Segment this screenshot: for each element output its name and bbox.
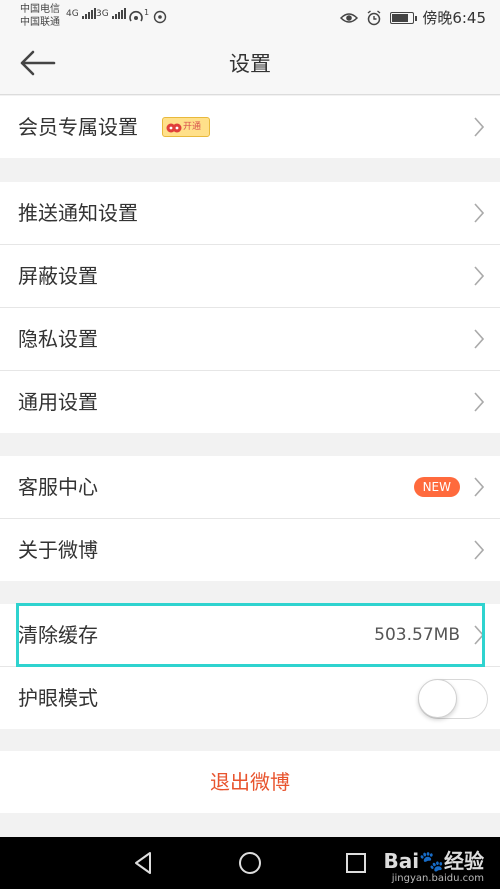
row-eye-care-mode: 护眼模式 (0, 667, 500, 729)
page-title: 设置 (229, 52, 271, 76)
eye-icon (340, 12, 359, 23)
logout-label: 退出微博 (210, 770, 290, 794)
row-label: 屏蔽设置 (18, 264, 98, 288)
nav-back-icon[interactable] (130, 849, 158, 877)
signal-2-icon: 3G (96, 8, 127, 19)
baidu-watermark: Bai🐾经验 jingyan.baidu.com (383, 845, 484, 884)
row-privacy-settings[interactable]: 隐私设置 (0, 308, 500, 370)
eye-care-toggle[interactable] (418, 679, 488, 719)
chevron-right-icon (474, 117, 484, 137)
network-type-2: 3G (96, 9, 109, 19)
carrier-names: 中国电信 中国联通 (20, 3, 60, 29)
cache-size-value: 503.57MB (374, 625, 460, 645)
watermark-url: jingyan.baidu.com (391, 873, 484, 884)
row-about-weibo[interactable]: 关于微博 (0, 519, 500, 581)
row-label: 会员专属设置 (18, 115, 138, 139)
chevron-right-icon (474, 540, 484, 560)
row-label: 关于微博 (18, 538, 98, 562)
row-label: 推送通知设置 (18, 201, 138, 225)
chevron-right-icon (474, 625, 484, 645)
nav-home-icon[interactable] (236, 849, 264, 877)
logout-button[interactable]: 退出微博 (0, 751, 500, 813)
row-label: 护眼模式 (18, 686, 98, 710)
watermark-suffix: 经验 (444, 849, 484, 873)
chevron-right-icon (474, 203, 484, 223)
status-bar: 中国电信 中国联通 4G 3G 1 傍晚6:45 (0, 0, 500, 34)
row-clear-cache[interactable]: 清除缓存 503.57MB (0, 604, 500, 666)
watermark-brand: Bai (383, 849, 420, 873)
app-header: 设置 (0, 34, 500, 95)
row-label: 清除缓存 (18, 623, 98, 647)
row-push-notification-settings[interactable]: 推送通知设置 (0, 182, 500, 244)
hotspot-icon: 1 (128, 8, 167, 24)
battery-icon (390, 11, 418, 24)
carrier-2: 中国联通 (20, 17, 60, 28)
row-label: 通用设置 (18, 390, 98, 414)
chevron-right-icon (474, 392, 484, 412)
row-label: 客服中心 (18, 475, 98, 499)
chevron-right-icon (474, 329, 484, 349)
alarm-icon (367, 9, 381, 25)
chevron-right-icon (474, 266, 484, 286)
network-type-1: 4G (66, 9, 79, 19)
vip-crown-icon (166, 123, 182, 133)
row-customer-service[interactable]: 客服中心 NEW (0, 456, 500, 518)
toggle-knob (418, 679, 457, 718)
navigation-bar: Bai🐾经验 jingyan.baidu.com (0, 837, 500, 889)
row-vip-settings[interactable]: 会员专属设置 开通 (0, 96, 500, 158)
row-general-settings[interactable]: 通用设置 (0, 371, 500, 433)
vip-badge-text: 开通 (183, 122, 202, 132)
status-time: 傍晚6:45 (422, 9, 486, 27)
hotspot-count: 1 (144, 8, 150, 17)
row-block-settings[interactable]: 屏蔽设置 (0, 245, 500, 307)
chevron-right-icon (474, 477, 484, 497)
row-label: 隐私设置 (18, 327, 98, 351)
new-badge: NEW (413, 477, 460, 497)
vip-open-badge[interactable]: 开通 (162, 117, 210, 137)
signal-1-icon: 4G (66, 8, 97, 19)
wifi-icon (154, 10, 167, 24)
carrier-1: 中国电信 (20, 4, 60, 15)
status-right: 傍晚6:45 (340, 7, 486, 28)
